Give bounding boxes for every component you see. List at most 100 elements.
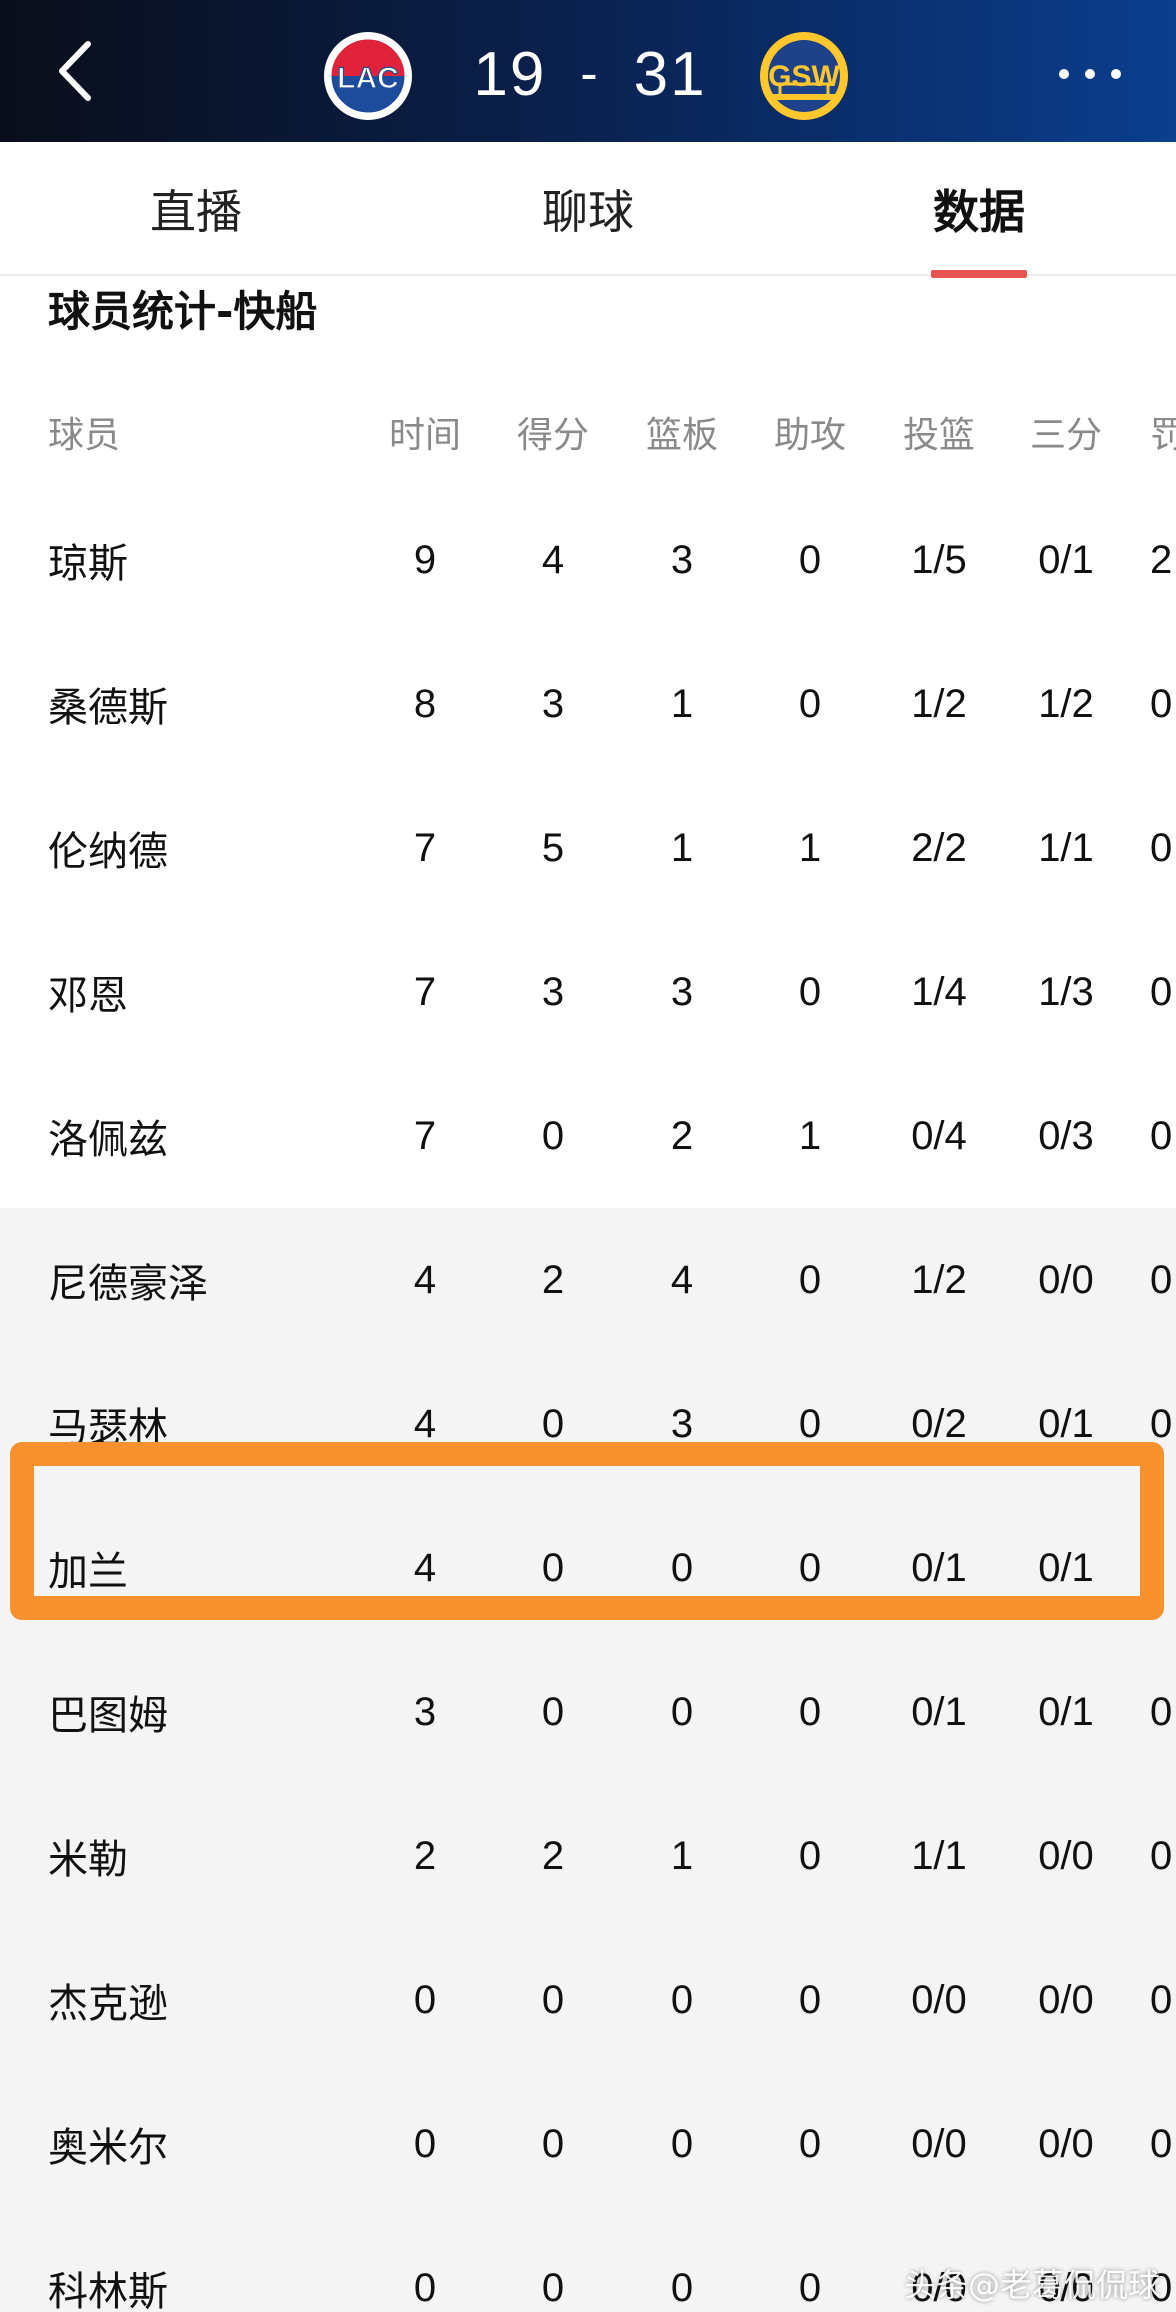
- more-dots-icon: [1059, 69, 1121, 79]
- player-name: 杰克逊: [48, 1981, 168, 2027]
- stat-cell: 0: [541, 1401, 565, 1446]
- stat-cell: 2: [541, 1833, 565, 1878]
- section-title: 球员统计-快船: [48, 286, 318, 336]
- stat-cell: 1/5: [911, 537, 967, 582]
- player-name: 科林斯: [48, 2269, 168, 2312]
- stat-cell: [1150, 1496, 1176, 1640]
- stat-cell: 0: [670, 2265, 694, 2310]
- stat-cell: 9: [413, 537, 437, 582]
- player-name: 琼斯: [48, 541, 128, 587]
- player-name: 加兰: [48, 1549, 128, 1595]
- column-header[interactable]: 罚: [1150, 376, 1176, 488]
- stat-cell: 1/1: [1038, 825, 1094, 870]
- column-header[interactable]: 得分: [493, 376, 613, 488]
- away-score: 31: [633, 39, 707, 109]
- table-row[interactable]: 马瑟林 4 0 3 0 0/2 0/1 0: [0, 1352, 1176, 1496]
- player-name: 马瑟林: [48, 1405, 168, 1451]
- game-score: 19 - 31: [470, 32, 710, 116]
- stat-cell: 7: [413, 969, 437, 1014]
- more-options-button[interactable]: [1050, 52, 1130, 96]
- stat-cell: 2: [541, 1257, 565, 1302]
- stat-cell: 2: [670, 1113, 694, 1158]
- stat-cell: 0/1: [1038, 1689, 1094, 1734]
- stat-cell: 0: [1150, 969, 1173, 1014]
- player-stats-table: 球员 时间 得分 篮板 助攻 投篮 三分 罚 琼斯 9 4 3 0 1/5 0/…: [0, 376, 1176, 2312]
- stat-cell: 2: [413, 1833, 437, 1878]
- home-score: 19: [473, 39, 547, 109]
- chevron-left-icon: [59, 41, 91, 101]
- stat-cell: 5: [541, 825, 565, 870]
- column-header[interactable]: 助攻: [750, 376, 870, 488]
- table-row[interactable]: 杰克逊 0 0 0 0 0/0 0/0 0: [0, 1928, 1176, 2072]
- stat-cell: 4: [413, 1401, 437, 1446]
- stat-cell: 4: [670, 1257, 694, 1302]
- table-row[interactable]: 巴图姆 3 0 0 0 0/1 0/1 0: [0, 1640, 1176, 1784]
- table-row[interactable]: 尼德豪泽 4 2 4 0 1/2 0/0 0: [0, 1208, 1176, 1352]
- column-header[interactable]: 篮板: [622, 376, 742, 488]
- table-row-highlighted[interactable]: 加兰 4 0 0 0 0/1 0/1: [0, 1496, 1176, 1640]
- stat-cell: 1: [670, 681, 694, 726]
- player-name: 巴图姆: [48, 1693, 168, 1739]
- stat-cell: 3: [541, 681, 565, 726]
- stat-cell: 0: [670, 1689, 694, 1734]
- stat-cell: 8: [413, 681, 437, 726]
- stat-cell: 3: [413, 1689, 437, 1734]
- lac-team-logo[interactable]: LAC: [322, 30, 414, 122]
- stat-cell: 3: [670, 537, 694, 582]
- stat-cell: 0/1: [911, 1689, 967, 1734]
- tab-live[interactable]: 直播: [66, 142, 326, 276]
- stat-cell: 3: [541, 969, 565, 1014]
- stat-cell: 4: [541, 537, 565, 582]
- stat-cell: 0: [413, 2121, 437, 2166]
- stat-cell: 1/2: [911, 1257, 967, 1302]
- stat-cell: 0/1: [1038, 1545, 1094, 1590]
- svg-text:GSW: GSW: [768, 60, 840, 93]
- stat-cell: 0: [798, 2265, 822, 2310]
- stat-cell: 0: [413, 1977, 437, 2022]
- stat-cell: 1/3: [1038, 969, 1094, 1014]
- stat-cell: 0: [798, 1833, 822, 1878]
- gsw-team-logo[interactable]: GSW: [758, 30, 850, 122]
- table-row[interactable]: 琼斯 9 4 3 0 1/5 0/1 2: [0, 488, 1176, 632]
- stat-cell: 0: [798, 2121, 822, 2166]
- back-button[interactable]: [48, 36, 108, 106]
- stat-cell: 2: [1150, 537, 1173, 582]
- tab-stats[interactable]: 数据: [849, 142, 1109, 278]
- stat-cell: 1/2: [1038, 681, 1094, 726]
- stat-cell: 7: [413, 1113, 437, 1158]
- stat-cell: 4: [413, 1545, 437, 1590]
- stat-cell: 0: [541, 1113, 565, 1158]
- svg-text:LAC: LAC: [337, 62, 399, 95]
- column-header[interactable]: 投篮: [879, 376, 999, 488]
- column-header[interactable]: 时间: [365, 376, 485, 488]
- stat-cell: 0: [541, 1977, 565, 2022]
- table-row[interactable]: 米勒 2 2 1 0 1/1 0/0 0: [0, 1784, 1176, 1928]
- stat-cell: 0: [541, 2121, 565, 2166]
- table-row[interactable]: 洛佩兹 7 0 2 1 0/4 0/3 0: [0, 1064, 1176, 1208]
- stat-cell: 0: [798, 537, 822, 582]
- table-row[interactable]: 桑德斯 8 3 1 0 1/2 1/2 0: [0, 632, 1176, 776]
- stat-cell: 0: [541, 1545, 565, 1590]
- stat-cell: 2/2: [911, 825, 967, 870]
- player-name: 奥米尔: [48, 2125, 168, 2171]
- game-header: LAC 19 - 31 GSW: [0, 0, 1176, 142]
- stat-cell: 3: [670, 969, 694, 1014]
- stat-cell: 0/0: [1038, 1833, 1094, 1878]
- column-header[interactable]: 三分: [1006, 376, 1126, 488]
- stat-cell: 0: [670, 1977, 694, 2022]
- stat-cell: 1/2: [911, 681, 967, 726]
- stat-cell: 0: [798, 1401, 822, 1446]
- player-name: 洛佩兹: [48, 1117, 168, 1163]
- stat-cell: 1: [798, 825, 822, 870]
- stat-cell: 0/3: [1038, 1113, 1094, 1158]
- table-row[interactable]: 伦纳德 7 5 1 1 2/2 1/1 0: [0, 776, 1176, 920]
- tab-chat[interactable]: 聊球: [458, 142, 718, 276]
- stat-cell: 0: [1150, 825, 1173, 870]
- column-header: 球员: [48, 415, 121, 456]
- stat-cell: 1: [670, 1833, 694, 1878]
- stat-cell: 0: [798, 1545, 822, 1590]
- stat-cell: 4: [413, 1257, 437, 1302]
- table-row[interactable]: 奥米尔 0 0 0 0 0/0 0/0 0: [0, 2072, 1176, 2216]
- stat-cell: 0/0: [1038, 2121, 1094, 2166]
- table-row[interactable]: 邓恩 7 3 3 0 1/4 1/3 0: [0, 920, 1176, 1064]
